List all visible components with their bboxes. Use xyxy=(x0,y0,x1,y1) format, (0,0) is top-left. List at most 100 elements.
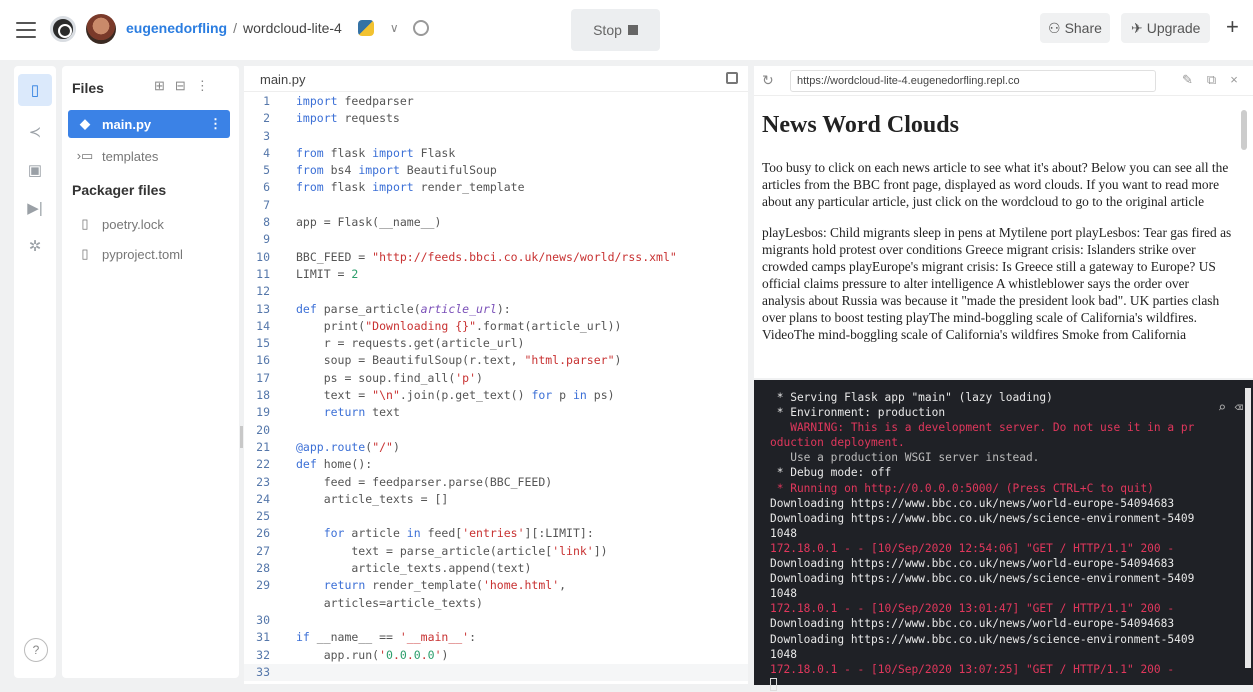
code-line[interactable]: 8 app = Flask(__name__) xyxy=(244,214,748,231)
kebab-icon[interactable]: ⋮ xyxy=(209,116,222,132)
new-folder-icon[interactable]: ⊟ xyxy=(175,78,196,93)
code-line[interactable]: 4 from flask import Flask xyxy=(244,145,748,162)
code-line[interactable]: 9 xyxy=(244,231,748,248)
code-line[interactable]: 2 import requests xyxy=(244,110,748,127)
python-language-icon xyxy=(357,20,374,36)
code-line[interactable]: 27 text = parse_article(article['link']) xyxy=(244,543,748,560)
scrollbar[interactable] xyxy=(1241,110,1247,150)
chevron-down-icon[interactable]: ∨ xyxy=(390,21,399,35)
avatar[interactable] xyxy=(86,14,116,44)
code-line[interactable]: 16 soup = BeautifulSoup(r.text, "html.pa… xyxy=(244,352,748,369)
code-line[interactable]: 14 print("Downloading {}".format(article… xyxy=(244,318,748,335)
code-line[interactable]: 26 for article in feed['entries'][:LIMIT… xyxy=(244,525,748,542)
code-text: import requests xyxy=(296,111,400,126)
format-icon[interactable] xyxy=(726,72,738,84)
code-line[interactable]: 25 xyxy=(244,508,748,525)
file-item-templates[interactable]: ›▭ templates xyxy=(68,142,230,170)
folder-icon: ›▭ xyxy=(76,148,94,163)
scrollbar[interactable] xyxy=(1245,388,1251,668)
console-line: WARNING: This is a development server. D… xyxy=(770,421,1195,435)
console-prompt[interactable] xyxy=(754,677,1253,692)
code-line[interactable]: 32 app.run('0.0.0.0') xyxy=(244,647,748,664)
page-intro: Too busy to click on each news article t… xyxy=(762,160,1229,209)
close-icon[interactable]: × xyxy=(1230,72,1252,87)
share-label: Share xyxy=(1064,20,1102,36)
console-line: * Serving Flask app "main" (lazy loading… xyxy=(770,391,1053,404)
code-line[interactable]: 33 xyxy=(244,663,748,682)
open-new-tab-icon[interactable]: ⧉ xyxy=(1207,72,1230,87)
url-input[interactable]: https://wordcloud-lite-4.eugenedorfling.… xyxy=(790,70,1156,92)
code-text: return text xyxy=(323,405,400,420)
console-panel[interactable]: * Serving Flask app "main" (lazy loading… xyxy=(754,380,1253,692)
reload-icon[interactable]: ↻ xyxy=(762,72,774,89)
tab-main-py[interactable]: main.py xyxy=(260,72,306,87)
code-line[interactable]: 1 import feedparser xyxy=(244,93,748,110)
plus-icon[interactable]: + xyxy=(1226,14,1239,40)
code-text: article_texts = [] xyxy=(296,491,449,506)
console-line: 1048 xyxy=(770,647,797,661)
code-line[interactable]: 7 xyxy=(244,197,748,214)
files-icon[interactable]: ▯ xyxy=(18,74,52,106)
more-icon[interactable]: ⋮ xyxy=(196,78,219,93)
code-line[interactable]: 11 LIMIT = 2 xyxy=(244,266,748,283)
console-line: 172.18.0.1 - - [10/Sep/2020 13:07:25] "G… xyxy=(770,662,1175,676)
code-line[interactable]: 29 return render_template('home.html', xyxy=(244,577,748,594)
code-line[interactable]: 24 article_texts = [] xyxy=(244,491,748,508)
file-item-poetry-lock[interactable]: ▯ poetry.lock xyxy=(68,210,230,238)
console-output: * Serving Flask app "main" (lazy loading… xyxy=(754,380,1253,677)
stop-button[interactable]: Stop xyxy=(571,9,660,51)
code-text: articles=article_texts) xyxy=(296,595,483,610)
code-text: ps = soup.find_all('p') xyxy=(296,370,483,385)
code-line[interactable]: 10 BBC_FEED = "http://feeds.bbci.co.uk/ne… xyxy=(244,249,748,266)
files-panel: Files ⊞⊟⋮ ◆ main.py ⋮ ›▭ templates Packa… xyxy=(62,66,239,678)
pencil-icon[interactable]: ✎ xyxy=(1182,72,1207,87)
code-line[interactable]: 20 xyxy=(244,422,748,439)
code-line[interactable]: 12 xyxy=(244,283,748,300)
file-item-main-py[interactable]: ◆ main.py ⋮ xyxy=(68,110,230,138)
line-number: 29 xyxy=(256,578,270,593)
page-title: News Word Clouds xyxy=(762,112,959,138)
file-item-pyproject-toml[interactable]: ▯ pyproject.toml xyxy=(68,240,230,268)
share-nodes-icon[interactable]: ≺ xyxy=(14,116,56,148)
code-line[interactable]: 30 xyxy=(244,612,748,629)
new-file-icon[interactable]: ⊞ xyxy=(154,78,175,93)
menu-icon[interactable] xyxy=(16,22,36,38)
code-line[interactable]: 22 def home(): xyxy=(244,456,748,473)
code-line[interactable]: 23 feed = feedparser.parse(BBC_FEED) xyxy=(244,474,748,491)
packages-cube-icon[interactable]: ▣ xyxy=(14,154,56,186)
file-label: poetry.lock xyxy=(102,216,164,232)
code-line[interactable]: articles=article_texts) xyxy=(244,595,748,612)
code-line[interactable]: 19 return text xyxy=(244,404,748,421)
debugger-icon[interactable]: ▶| xyxy=(14,192,56,224)
replit-logo-icon[interactable] xyxy=(50,16,76,42)
top-bar: eugenedorfling / wordcloud-lite-4 ∨ Stop… xyxy=(0,0,1253,60)
search-icon[interactable]: ⌕ xyxy=(1218,400,1226,416)
code-line[interactable]: 17 ps = soup.find_all('p') xyxy=(244,370,748,387)
breadcrumb: eugenedorfling / wordcloud-lite-4 ∨ xyxy=(126,20,429,36)
line-number: 24 xyxy=(256,491,270,506)
console-line: Use a production WSGI server instead. xyxy=(770,451,1040,465)
line-number: 17 xyxy=(256,370,270,385)
code-line[interactable]: 6 from flask import render_template xyxy=(244,179,748,196)
username-link[interactable]: eugenedorfling xyxy=(126,20,227,36)
resize-handle[interactable] xyxy=(240,426,243,448)
history-icon[interactable] xyxy=(412,20,429,36)
upgrade-button[interactable]: ✈ Upgrade xyxy=(1121,13,1211,43)
code-line[interactable]: 31 if __name__ == '__main__': xyxy=(244,629,748,646)
code-line[interactable]: 3 xyxy=(244,128,748,145)
code-line[interactable]: 18 text = "\n".join(p.get_text() for p i… xyxy=(244,387,748,404)
code-line[interactable]: 5 from bs4 import BeautifulSoup xyxy=(244,162,748,179)
code-editor[interactable]: main.py 1 import feedparser 2 import reques… xyxy=(240,66,748,684)
code-lines[interactable]: 1 import feedparser 2 import requests 3 4 from… xyxy=(244,93,748,682)
code-line[interactable]: 28 article_texts.append(text) xyxy=(244,560,748,577)
code-line[interactable]: 13 def parse_article(article_url): xyxy=(244,301,748,318)
help-button[interactable]: ? xyxy=(24,638,48,662)
code-line[interactable]: 21 @app.route("/") xyxy=(244,439,748,456)
share-button[interactable]: ⚇ Share xyxy=(1040,13,1110,43)
gear-icon[interactable]: ✲ xyxy=(14,230,56,262)
clear-icon[interactable]: ⌫ xyxy=(1235,400,1243,416)
code-line[interactable]: 15 r = requests.get(article_url) xyxy=(244,335,748,352)
repl-name[interactable]: wordcloud-lite-4 xyxy=(243,20,342,36)
line-number: 23 xyxy=(256,474,270,489)
